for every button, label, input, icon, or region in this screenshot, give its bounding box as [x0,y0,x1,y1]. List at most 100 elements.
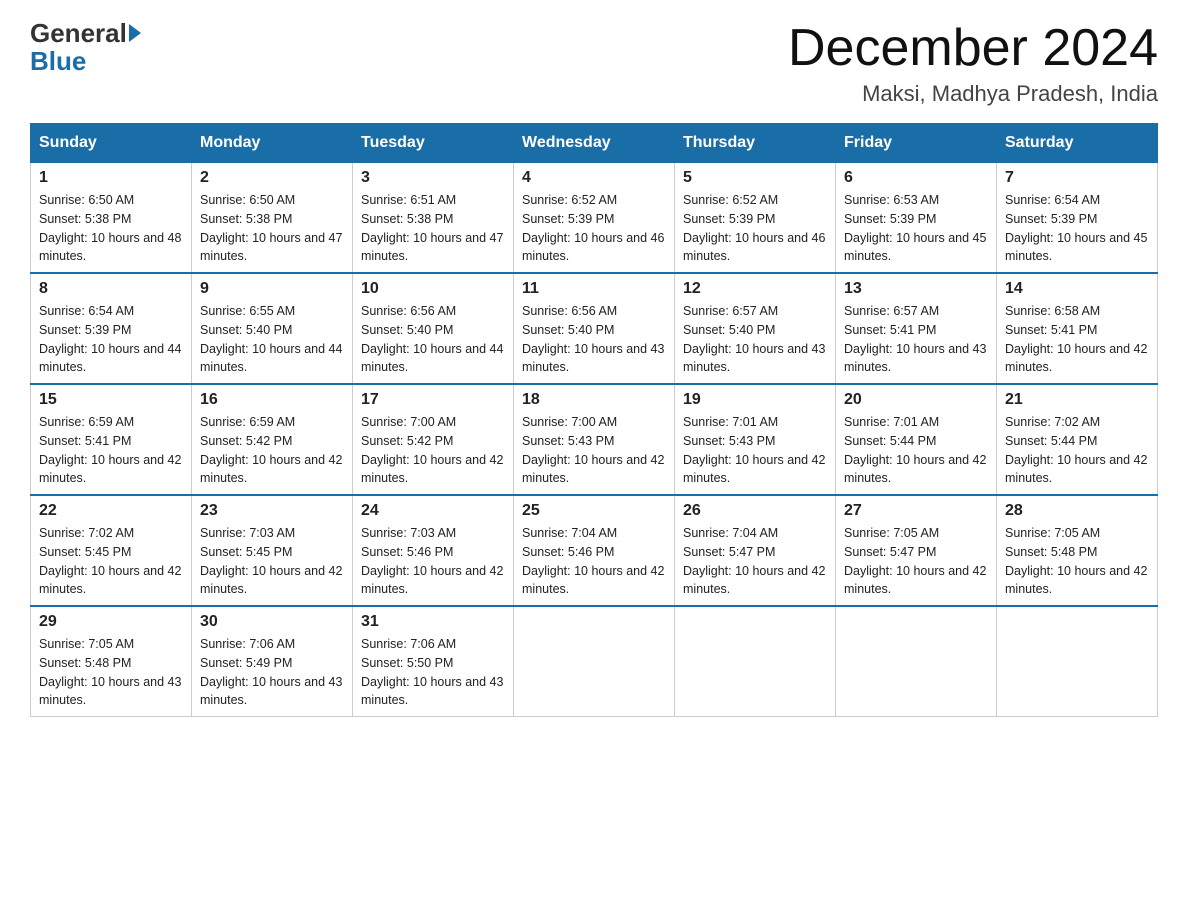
day-number: 12 [683,280,827,298]
day-info: Sunrise: 7:06 AM Sunset: 5:50 PM Dayligh… [361,635,505,710]
day-info: Sunrise: 7:03 AM Sunset: 5:46 PM Dayligh… [361,524,505,599]
day-number: 7 [1005,169,1149,187]
day-info: Sunrise: 7:01 AM Sunset: 5:44 PM Dayligh… [844,413,988,488]
day-number: 28 [1005,502,1149,520]
day-info: Sunrise: 6:51 AM Sunset: 5:38 PM Dayligh… [361,191,505,266]
page-header: General Blue December 2024 Maksi, Madhya… [30,20,1158,107]
day-info: Sunrise: 6:56 AM Sunset: 5:40 PM Dayligh… [522,302,666,377]
calendar-cell: 12 Sunrise: 6:57 AM Sunset: 5:40 PM Dayl… [675,273,836,384]
calendar-cell: 2 Sunrise: 6:50 AM Sunset: 5:38 PM Dayli… [192,163,353,274]
day-number: 20 [844,391,988,409]
logo-blue-text: Blue [30,46,86,77]
calendar-cell: 24 Sunrise: 7:03 AM Sunset: 5:46 PM Dayl… [353,495,514,606]
day-info: Sunrise: 7:05 AM Sunset: 5:48 PM Dayligh… [1005,524,1149,599]
day-number: 6 [844,169,988,187]
day-info: Sunrise: 7:06 AM Sunset: 5:49 PM Dayligh… [200,635,344,710]
day-number: 9 [200,280,344,298]
day-number: 18 [522,391,666,409]
calendar-cell: 27 Sunrise: 7:05 AM Sunset: 5:47 PM Dayl… [836,495,997,606]
day-info: Sunrise: 7:04 AM Sunset: 5:46 PM Dayligh… [522,524,666,599]
day-info: Sunrise: 6:53 AM Sunset: 5:39 PM Dayligh… [844,191,988,266]
calendar-week-row: 22 Sunrise: 7:02 AM Sunset: 5:45 PM Dayl… [31,495,1158,606]
calendar-cell: 9 Sunrise: 6:55 AM Sunset: 5:40 PM Dayli… [192,273,353,384]
calendar-cell: 10 Sunrise: 6:56 AM Sunset: 5:40 PM Dayl… [353,273,514,384]
calendar-cell: 29 Sunrise: 7:05 AM Sunset: 5:48 PM Dayl… [31,606,192,717]
day-number: 14 [1005,280,1149,298]
day-info: Sunrise: 7:05 AM Sunset: 5:47 PM Dayligh… [844,524,988,599]
calendar-cell: 17 Sunrise: 7:00 AM Sunset: 5:42 PM Dayl… [353,384,514,495]
calendar-cell: 15 Sunrise: 6:59 AM Sunset: 5:41 PM Dayl… [31,384,192,495]
day-info: Sunrise: 7:04 AM Sunset: 5:47 PM Dayligh… [683,524,827,599]
day-number: 1 [39,169,183,187]
calendar-table: SundayMondayTuesdayWednesdayThursdayFrid… [30,123,1158,717]
calendar-cell: 28 Sunrise: 7:05 AM Sunset: 5:48 PM Dayl… [997,495,1158,606]
day-number: 16 [200,391,344,409]
day-info: Sunrise: 6:54 AM Sunset: 5:39 PM Dayligh… [1005,191,1149,266]
day-number: 19 [683,391,827,409]
day-info: Sunrise: 7:00 AM Sunset: 5:42 PM Dayligh… [361,413,505,488]
day-info: Sunrise: 6:57 AM Sunset: 5:41 PM Dayligh… [844,302,988,377]
calendar-cell: 16 Sunrise: 6:59 AM Sunset: 5:42 PM Dayl… [192,384,353,495]
day-of-week-header: Friday [836,124,997,163]
calendar-cell: 25 Sunrise: 7:04 AM Sunset: 5:46 PM Dayl… [514,495,675,606]
day-info: Sunrise: 7:03 AM Sunset: 5:45 PM Dayligh… [200,524,344,599]
day-number: 23 [200,502,344,520]
day-number: 27 [844,502,988,520]
calendar-cell: 7 Sunrise: 6:54 AM Sunset: 5:39 PM Dayli… [997,163,1158,274]
logo: General Blue [30,20,143,77]
day-number: 17 [361,391,505,409]
calendar-week-row: 1 Sunrise: 6:50 AM Sunset: 5:38 PM Dayli… [31,163,1158,274]
day-info: Sunrise: 7:02 AM Sunset: 5:44 PM Dayligh… [1005,413,1149,488]
calendar-week-row: 15 Sunrise: 6:59 AM Sunset: 5:41 PM Dayl… [31,384,1158,495]
calendar-week-row: 29 Sunrise: 7:05 AM Sunset: 5:48 PM Dayl… [31,606,1158,717]
calendar-cell [514,606,675,717]
day-of-week-header: Saturday [997,124,1158,163]
calendar-cell: 4 Sunrise: 6:52 AM Sunset: 5:39 PM Dayli… [514,163,675,274]
logo-general-text: General [30,20,127,46]
logo-arrow-icon [129,24,141,42]
calendar-header-row: SundayMondayTuesdayWednesdayThursdayFrid… [31,124,1158,163]
day-info: Sunrise: 6:57 AM Sunset: 5:40 PM Dayligh… [683,302,827,377]
calendar-cell: 11 Sunrise: 6:56 AM Sunset: 5:40 PM Dayl… [514,273,675,384]
day-info: Sunrise: 7:05 AM Sunset: 5:48 PM Dayligh… [39,635,183,710]
day-number: 4 [522,169,666,187]
day-info: Sunrise: 6:50 AM Sunset: 5:38 PM Dayligh… [39,191,183,266]
day-number: 8 [39,280,183,298]
calendar-week-row: 8 Sunrise: 6:54 AM Sunset: 5:39 PM Dayli… [31,273,1158,384]
calendar-cell: 26 Sunrise: 7:04 AM Sunset: 5:47 PM Dayl… [675,495,836,606]
calendar-cell: 14 Sunrise: 6:58 AM Sunset: 5:41 PM Dayl… [997,273,1158,384]
calendar-cell: 20 Sunrise: 7:01 AM Sunset: 5:44 PM Dayl… [836,384,997,495]
calendar-cell [997,606,1158,717]
calendar-cell: 3 Sunrise: 6:51 AM Sunset: 5:38 PM Dayli… [353,163,514,274]
day-number: 31 [361,613,505,631]
day-of-week-header: Sunday [31,124,192,163]
day-info: Sunrise: 6:56 AM Sunset: 5:40 PM Dayligh… [361,302,505,377]
calendar-cell: 30 Sunrise: 7:06 AM Sunset: 5:49 PM Dayl… [192,606,353,717]
calendar-body: 1 Sunrise: 6:50 AM Sunset: 5:38 PM Dayli… [31,163,1158,717]
day-number: 25 [522,502,666,520]
day-number: 21 [1005,391,1149,409]
day-number: 22 [39,502,183,520]
day-number: 2 [200,169,344,187]
title-block: December 2024 Maksi, Madhya Pradesh, Ind… [788,20,1158,107]
calendar-title: December 2024 [788,20,1158,77]
day-number: 26 [683,502,827,520]
day-info: Sunrise: 6:58 AM Sunset: 5:41 PM Dayligh… [1005,302,1149,377]
day-number: 30 [200,613,344,631]
day-number: 13 [844,280,988,298]
day-info: Sunrise: 6:59 AM Sunset: 5:41 PM Dayligh… [39,413,183,488]
day-info: Sunrise: 7:00 AM Sunset: 5:43 PM Dayligh… [522,413,666,488]
calendar-subtitle: Maksi, Madhya Pradesh, India [788,81,1158,107]
day-of-week-header: Thursday [675,124,836,163]
day-of-week-header: Monday [192,124,353,163]
day-info: Sunrise: 6:55 AM Sunset: 5:40 PM Dayligh… [200,302,344,377]
day-number: 10 [361,280,505,298]
calendar-cell: 23 Sunrise: 7:03 AM Sunset: 5:45 PM Dayl… [192,495,353,606]
calendar-cell: 18 Sunrise: 7:00 AM Sunset: 5:43 PM Dayl… [514,384,675,495]
day-number: 24 [361,502,505,520]
calendar-cell: 6 Sunrise: 6:53 AM Sunset: 5:39 PM Dayli… [836,163,997,274]
calendar-cell: 5 Sunrise: 6:52 AM Sunset: 5:39 PM Dayli… [675,163,836,274]
calendar-cell: 19 Sunrise: 7:01 AM Sunset: 5:43 PM Dayl… [675,384,836,495]
day-info: Sunrise: 7:01 AM Sunset: 5:43 PM Dayligh… [683,413,827,488]
day-number: 3 [361,169,505,187]
